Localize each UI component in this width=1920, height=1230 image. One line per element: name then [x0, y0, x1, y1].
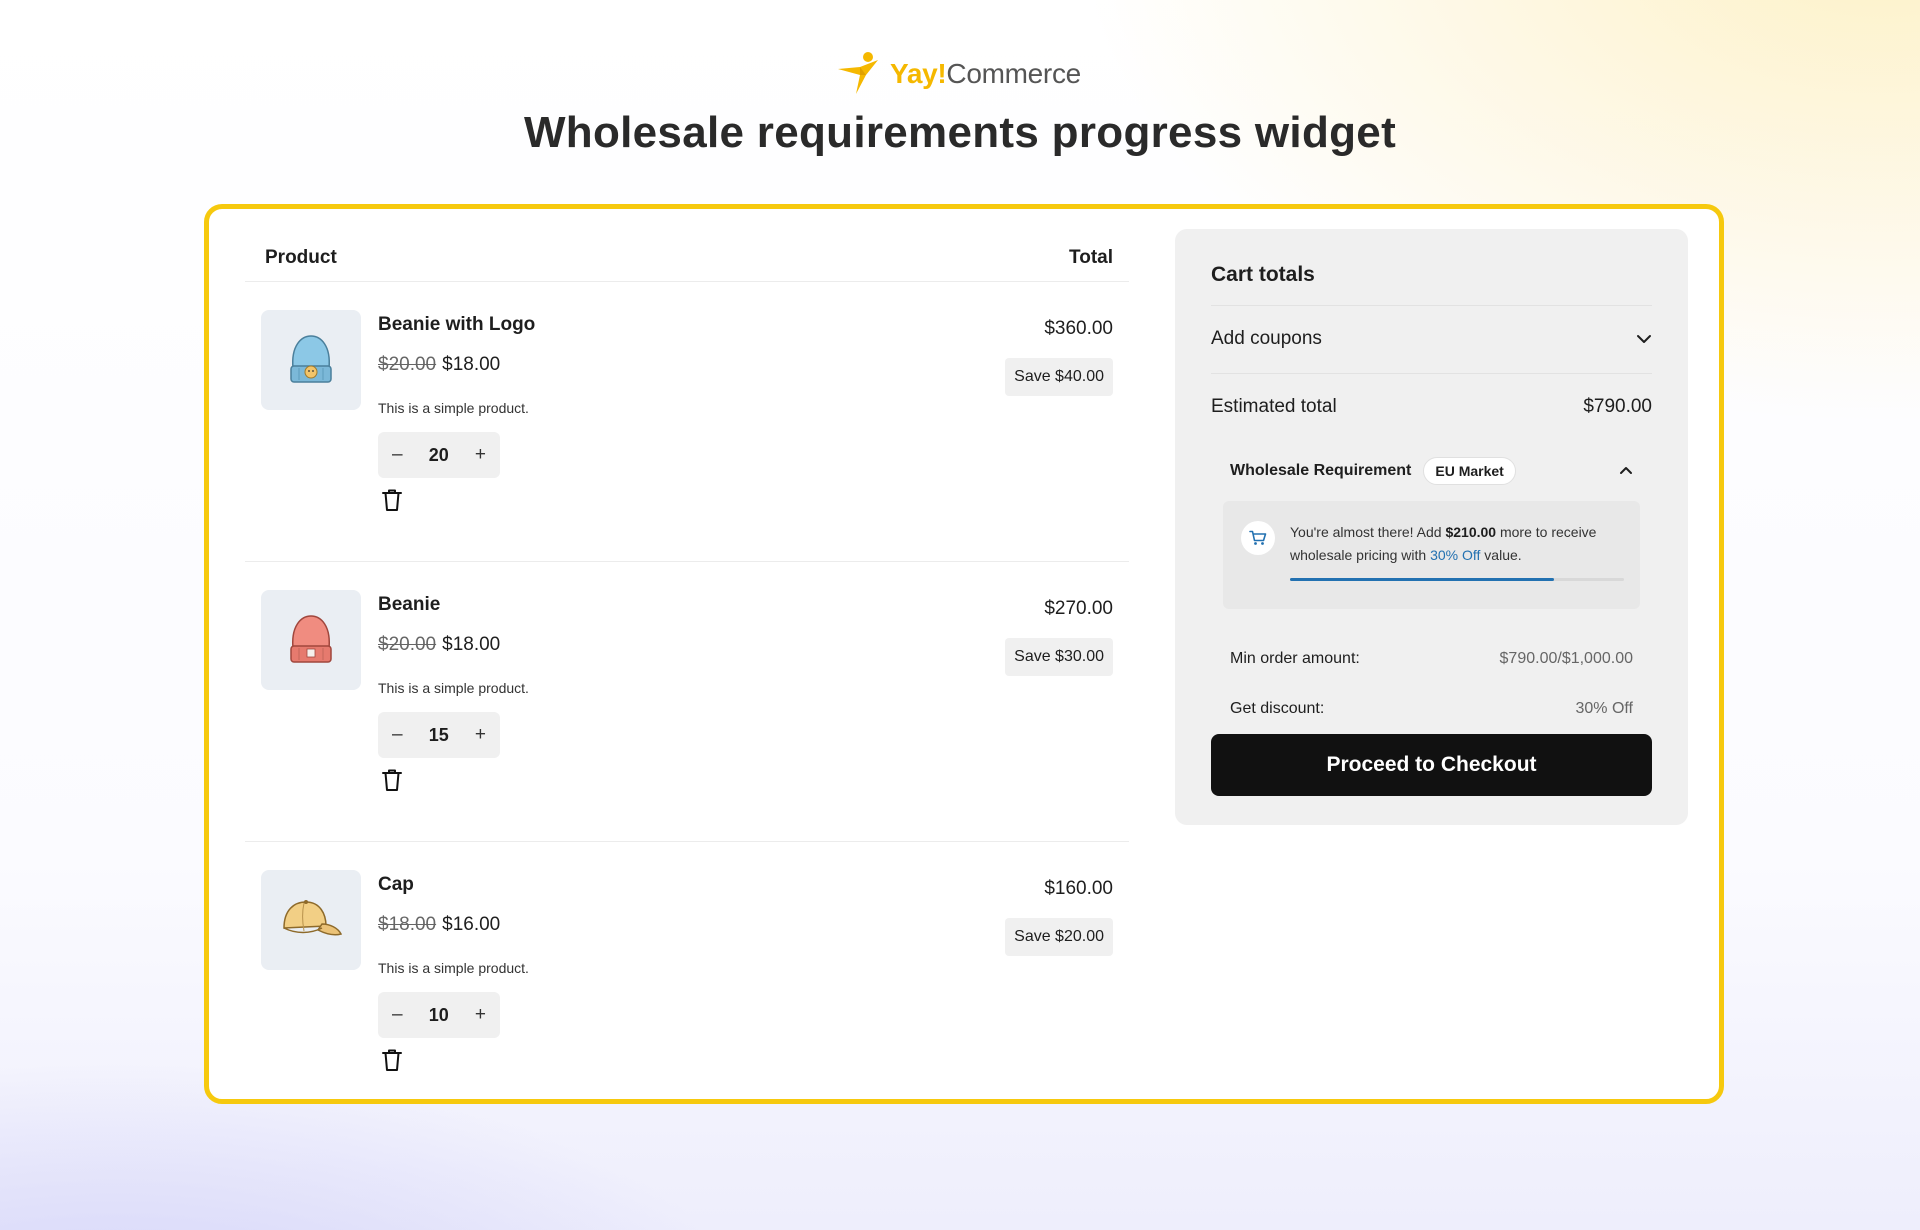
estimated-total-row: Estimated total $790.00 — [1211, 379, 1652, 435]
min-order-value: $790.00/$1,000.00 — [1499, 650, 1633, 667]
cart-item: Beanie $20.00 $18.00 This is a simple pro… — [245, 562, 1129, 842]
savings-badge: Save $40.00 — [1005, 358, 1113, 396]
min-order-label: Min order amount: — [1230, 650, 1360, 667]
trash-icon — [382, 489, 402, 511]
product-thumbnail[interactable] — [261, 590, 361, 690]
proceed-to-checkout-button[interactable]: Proceed to Checkout — [1211, 734, 1652, 796]
product-name[interactable]: Beanie — [378, 594, 440, 616]
progress-message: You're almost there! Add $210.00 more to… — [1290, 524, 1597, 563]
brand-logo: Yay!Commerce — [834, 48, 1081, 100]
increase-quantity-button[interactable]: + — [475, 724, 486, 746]
line-total: $270.00 — [1044, 598, 1113, 619]
chevron-down-icon — [1637, 335, 1651, 343]
divider — [1211, 305, 1652, 306]
cap-icon — [283, 900, 343, 936]
page-title: Wholesale requirements progress widget — [523, 108, 1397, 157]
remove-item-button[interactable] — [381, 488, 403, 517]
estimated-total-value: $790.00 — [1583, 396, 1652, 417]
quantity-value[interactable]: 15 — [429, 725, 449, 746]
remove-item-button[interactable] — [381, 768, 403, 797]
yay-runner-logo — [838, 52, 878, 94]
product-description: This is a simple product. — [378, 960, 529, 976]
product-name[interactable]: Beanie with Logo — [378, 314, 535, 336]
sale-price: $18.00 — [442, 354, 501, 375]
product-price: $20.00 $18.00 — [378, 634, 500, 656]
product-price: $18.00 $16.00 — [378, 914, 500, 936]
min-order-row: Min order amount: $790.00/$1,000.00 — [1230, 643, 1633, 675]
sale-price: $18.00 — [442, 634, 501, 655]
shopping-cart-icon — [1241, 521, 1275, 555]
wholesale-requirement-title: Wholesale Requirement — [1230, 462, 1412, 479]
savings-badge: Save $20.00 — [1005, 918, 1113, 956]
product-thumbnail[interactable] — [261, 870, 361, 970]
widget-frame: Product Total Beanie with Logo $20.00 $18… — [204, 204, 1724, 1104]
quantity-value[interactable]: 20 — [429, 445, 449, 466]
decrease-quantity-button[interactable]: – — [392, 444, 403, 466]
discount-highlight: 30% Off — [1430, 547, 1481, 563]
decrease-quantity-button[interactable]: – — [392, 724, 403, 746]
wholesale-progress-bar — [1290, 578, 1624, 581]
beanie-logo-icon — [290, 335, 332, 383]
increase-quantity-button[interactable]: + — [475, 444, 486, 466]
divider — [1211, 373, 1652, 374]
cart-header: Product Total — [245, 229, 1129, 282]
quantity-stepper: – 15 + — [378, 712, 500, 758]
sale-price: $16.00 — [442, 914, 501, 935]
savings-badge: Save $30.00 — [1005, 638, 1113, 676]
trash-icon — [382, 1049, 402, 1071]
discount-value: 30% Off — [1575, 700, 1633, 717]
cart-item: Cap $18.00 $16.00 This is a simple produc… — [245, 842, 1129, 1121]
progress-bar-fill — [1290, 578, 1554, 581]
original-price: $20.00 — [378, 354, 437, 375]
product-column-header: Product — [265, 247, 337, 268]
line-total: $360.00 — [1044, 318, 1113, 339]
quantity-value[interactable]: 10 — [429, 1005, 449, 1026]
product-thumbnail[interactable] — [261, 310, 361, 410]
cart-table: Product Total Beanie with Logo $20.00 $18… — [245, 229, 1129, 1121]
estimated-total-label: Estimated total — [1211, 396, 1337, 417]
discount-row: Get discount: 30% Off — [1230, 693, 1633, 725]
cart-item: Beanie with Logo $20.00 $18.00 This is a … — [245, 282, 1129, 562]
cart-totals-panel: Cart totals Add coupons Estimated total … — [1175, 229, 1688, 825]
original-price: $18.00 — [378, 914, 437, 935]
add-coupons-toggle[interactable]: Add coupons — [1211, 311, 1652, 367]
add-coupons-label: Add coupons — [1211, 328, 1322, 349]
product-price: $20.00 $18.00 — [378, 354, 500, 376]
cart-totals-title: Cart totals — [1211, 263, 1315, 286]
quantity-stepper: – 20 + — [378, 432, 500, 478]
total-column-header: Total — [1069, 247, 1113, 268]
decrease-quantity-button[interactable]: – — [392, 1004, 403, 1026]
product-description: This is a simple product. — [378, 400, 529, 416]
beanie-icon — [290, 615, 332, 663]
remove-item-button[interactable] — [381, 1048, 403, 1077]
trash-icon — [382, 769, 402, 791]
discount-label: Get discount: — [1230, 700, 1325, 717]
line-total: $160.00 — [1044, 878, 1113, 899]
product-name[interactable]: Cap — [378, 874, 414, 896]
brand-name: Yay!Commerce — [890, 58, 1081, 89]
quantity-stepper: – 10 + — [378, 992, 500, 1038]
increase-quantity-button[interactable]: + — [475, 1004, 486, 1026]
wholesale-requirement-header[interactable]: Wholesale Requirement EU Market — [1230, 455, 1633, 487]
original-price: $20.00 — [378, 634, 437, 655]
wholesale-progress-notice: You're almost there! Add $210.00 more to… — [1223, 501, 1640, 609]
remaining-amount: $210.00 — [1445, 524, 1497, 540]
market-badge: EU Market — [1423, 457, 1516, 485]
chevron-up-icon[interactable] — [1619, 462, 1633, 480]
product-description: This is a simple product. — [378, 680, 529, 696]
